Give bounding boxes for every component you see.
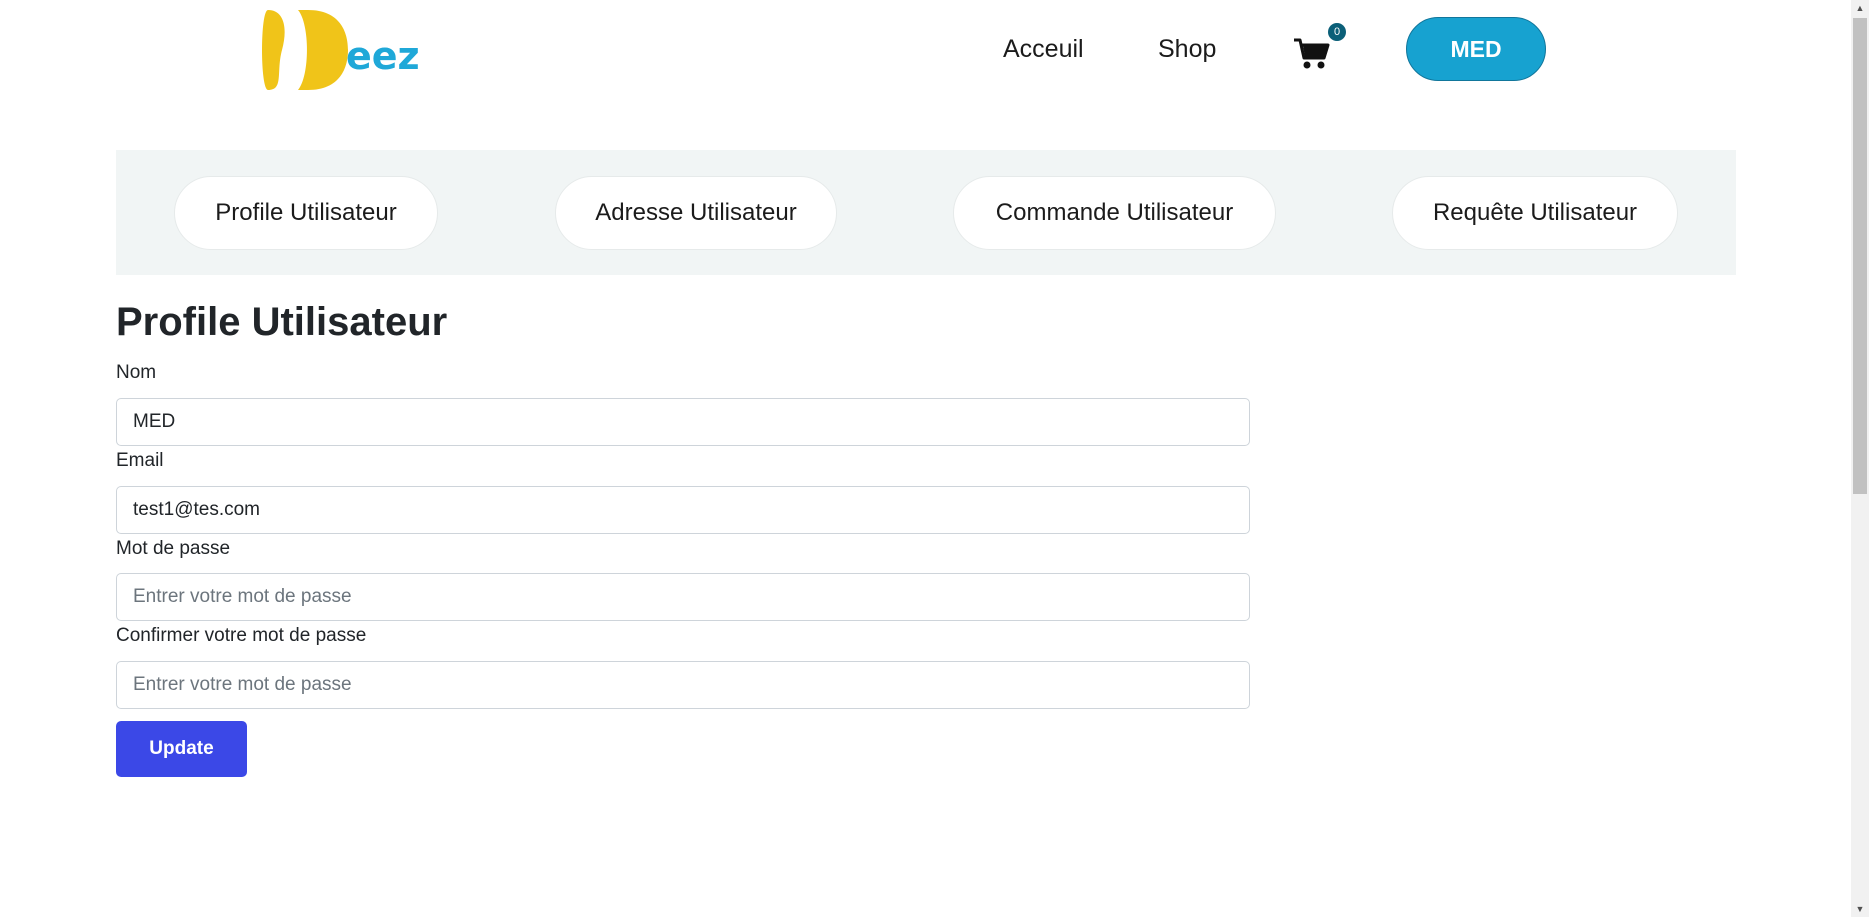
name-field[interactable] [116, 398, 1250, 446]
password-field[interactable] [116, 573, 1250, 621]
profile-tabs-bar: Profile Utilisateur Adresse Utilisateur … [116, 150, 1736, 275]
page-scrollbar[interactable]: ▲ ▼ [1851, 0, 1869, 917]
tab-requests[interactable]: Requête Utilisateur [1392, 176, 1678, 250]
cart-icon[interactable] [1292, 36, 1332, 72]
cart-count-badge: 0 [1328, 23, 1346, 41]
tab-address[interactable]: Adresse Utilisateur [555, 176, 837, 250]
email-label: Email [116, 450, 164, 471]
tab-profile[interactable]: Profile Utilisateur [174, 176, 438, 250]
password-label: Mot de passe [116, 538, 231, 559]
brand-logo[interactable]: eez [262, 6, 422, 94]
nav-link-shop[interactable]: Shop [1158, 35, 1216, 64]
user-menu-button[interactable]: MED [1406, 17, 1546, 81]
update-button[interactable]: Update [116, 721, 247, 777]
scroll-down-arrow-icon[interactable]: ▼ [1851, 901, 1869, 917]
scroll-up-arrow-icon[interactable]: ▲ [1851, 0, 1869, 16]
confirm-password-label: Confirmer votre mot de passe [116, 625, 367, 646]
email-field[interactable] [116, 486, 1250, 534]
logo-text: eez [346, 34, 420, 78]
name-label: Nom [116, 362, 157, 383]
nav-link-accueil[interactable]: Acceuil [1003, 35, 1084, 64]
tab-orders[interactable]: Commande Utilisateur [953, 176, 1276, 250]
page-title: Profile Utilisateur [116, 300, 448, 344]
confirm-password-field[interactable] [116, 661, 1250, 709]
scrollbar-thumb[interactable] [1853, 18, 1867, 494]
